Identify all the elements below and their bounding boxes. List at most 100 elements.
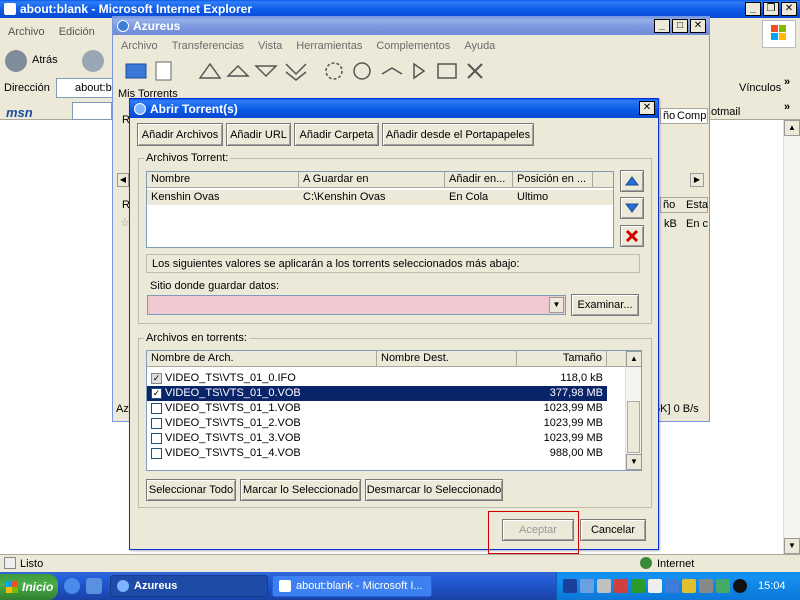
- azureus-title-bar: Azureus _ □ ✕: [113, 17, 709, 35]
- az-menu-ayuda[interactable]: Ayuda: [464, 40, 495, 52]
- table-row[interactable]: ✓ VIDEO_TS\VTS_01_0.IFO 118,0 kB: [147, 371, 641, 386]
- col-nombre-arch[interactable]: Nombre de Arch.: [147, 351, 377, 367]
- taskbar-azureus[interactable]: Azureus: [110, 575, 268, 597]
- tray-arrow-icon[interactable]: [563, 579, 577, 593]
- ie-quicklaunch-icon[interactable]: [64, 578, 80, 594]
- table-row-selected[interactable]: ✓ VIDEO_TS\VTS_01_0.VOB 377,98 MB: [147, 386, 607, 401]
- ie-address-input[interactable]: about:b: [56, 78, 116, 98]
- tray-azureus-icon[interactable]: [665, 579, 679, 593]
- ie-address-value: about:b: [75, 82, 112, 94]
- col-nombre[interactable]: Nombre: [147, 172, 299, 188]
- dialog-title: Abrir Torrent(s): [150, 101, 238, 116]
- unmark-selected-button[interactable]: Desmarcar lo Seleccionado: [365, 479, 503, 501]
- add-url-button[interactable]: Añadir URL: [226, 123, 291, 146]
- col-nombre-dest[interactable]: Nombre Dest.: [377, 351, 517, 367]
- az-menu-complementos[interactable]: Complementos: [376, 40, 450, 52]
- tray-monitor-icon[interactable]: [597, 579, 611, 593]
- tray-app-icon[interactable]: [716, 579, 730, 593]
- az-menu-transferencias[interactable]: Transferencias: [172, 40, 244, 52]
- ie-maximize-button[interactable]: ❐: [763, 2, 779, 16]
- file-checkbox[interactable]: [151, 448, 162, 459]
- add-folder-button[interactable]: Añadir Carpeta: [294, 123, 379, 146]
- az-scroll-right-icon[interactable]: ▶: [690, 173, 704, 187]
- col-a-guardar-en[interactable]: A Guardar en: [299, 172, 445, 188]
- table-row[interactable]: VIDEO_TS\VTS_01_1.VOB 1023,99 MB: [147, 401, 641, 416]
- ie-scroll-down-icon[interactable]: ▼: [784, 538, 800, 554]
- taskbar-ie[interactable]: about:blank - Microsoft I...: [272, 575, 432, 597]
- chevron-down-icon[interactable]: ▼: [549, 297, 564, 313]
- remove-torrent-button[interactable]: [620, 225, 644, 247]
- scroll-thumb[interactable]: [627, 401, 640, 453]
- start-label: Inicio: [22, 580, 54, 594]
- ie-chevron-icon[interactable]: »: [784, 76, 790, 88]
- files-scrollbar[interactable]: ▲ ▼: [625, 351, 641, 470]
- table-row[interactable]: Kenshin Ovas C:\Kenshin Ovas En Cola Ult…: [147, 190, 613, 205]
- ie-back-icon[interactable]: [5, 50, 27, 72]
- scroll-down-icon[interactable]: ▼: [626, 454, 641, 470]
- file-checkbox[interactable]: [151, 433, 162, 444]
- ie-window-title: about:blank - Microsoft Internet Explore…: [20, 2, 253, 16]
- scroll-up-icon[interactable]: ▲: [626, 351, 641, 367]
- file-checkbox[interactable]: ✓: [151, 373, 162, 384]
- ie-minimize-button[interactable]: _: [745, 2, 761, 16]
- info-text: Los siguientes valores se aplicarán a lo…: [152, 258, 520, 270]
- ie-back-label[interactable]: Atrás: [32, 54, 58, 66]
- save-location-combo[interactable]: ▼: [147, 295, 566, 315]
- taskbar-azureus-label: Azureus: [134, 580, 178, 592]
- table-row[interactable]: VIDEO_TS\VTS_01_3.VOB 1023,99 MB: [147, 431, 641, 446]
- tray-network-icon[interactable]: [580, 579, 594, 593]
- ie-forward-icon[interactable]: [82, 50, 104, 72]
- mark-selected-button[interactable]: Marcar lo Seleccionado: [240, 479, 361, 501]
- file-checkbox[interactable]: [151, 418, 162, 429]
- ie-close-button[interactable]: ✕: [781, 2, 797, 16]
- torrent-files-group-label: Archivos Torrent:: [144, 152, 231, 164]
- table-row[interactable]: VIDEO_TS\VTS_01_4.VOB 988,00 MB: [147, 446, 641, 461]
- az-menu-archivo[interactable]: Archivo: [121, 40, 158, 52]
- tray-volume-icon[interactable]: [699, 579, 713, 593]
- ie-menu-archivo[interactable]: Archivo: [8, 26, 45, 38]
- add-from-clipboard-button[interactable]: Añadir desde el Portapapeles: [382, 123, 534, 146]
- azureus-minimize-button[interactable]: _: [654, 19, 670, 33]
- file-dest: [377, 371, 517, 386]
- azureus-close-button[interactable]: ✕: [690, 19, 706, 33]
- torrent-table[interactable]: Nombre A Guardar en Añadir en... Posició…: [146, 171, 614, 248]
- az-peek-en: En c: [686, 218, 709, 230]
- tray-shield-icon[interactable]: [631, 579, 645, 593]
- files-table[interactable]: Nombre de Arch. Nombre Dest. Tamaño ✓ VI…: [146, 350, 642, 471]
- ie-scroll-up-icon[interactable]: ▲: [784, 120, 800, 136]
- az-menu-vista[interactable]: Vista: [258, 40, 282, 52]
- system-tray: 15:04: [556, 572, 800, 600]
- move-down-button[interactable]: [620, 197, 644, 219]
- file-checkbox[interactable]: ✓: [151, 388, 162, 399]
- az-scroll-left-icon[interactable]: ◀: [117, 173, 129, 187]
- dialog-close-button[interactable]: ✕: [639, 101, 655, 115]
- msn-logo: msn: [6, 105, 33, 120]
- tray-update-icon[interactable]: [648, 579, 662, 593]
- msn-search-input[interactable]: [72, 102, 112, 120]
- tray-media-icon[interactable]: [733, 579, 747, 593]
- ie-vertical-scrollbar[interactable]: ▲ ▼: [783, 120, 800, 554]
- ie-links-label[interactable]: Vínculos: [739, 82, 781, 94]
- quicklaunch-icon[interactable]: [86, 578, 102, 594]
- az-menu-herramientas[interactable]: Herramientas: [296, 40, 362, 52]
- file-checkbox[interactable]: [151, 403, 162, 414]
- col-tamano[interactable]: Tamaño: [517, 351, 607, 367]
- ie-chevron-icon-2[interactable]: »: [784, 101, 790, 113]
- file-size: 118,0 kB: [560, 372, 603, 384]
- col-posicion-en[interactable]: Posición en ...: [513, 172, 593, 188]
- col-anadir-en[interactable]: Añadir en...: [445, 172, 513, 188]
- browse-button[interactable]: Examinar...: [571, 294, 639, 316]
- page-icon: [4, 557, 16, 569]
- add-files-button[interactable]: Añadir Archivos: [137, 123, 223, 146]
- azureus-maximize-button[interactable]: □: [672, 19, 688, 33]
- accept-button[interactable]: Aceptar: [502, 519, 574, 541]
- start-button[interactable]: Inicio: [0, 574, 58, 600]
- move-up-button[interactable]: [620, 170, 644, 192]
- ie-menu-edicion[interactable]: Edición: [59, 26, 95, 38]
- tray-security-icon[interactable]: [614, 579, 628, 593]
- cancel-button[interactable]: Cancelar: [580, 519, 646, 541]
- tray-messenger-icon[interactable]: [682, 579, 696, 593]
- table-row[interactable]: VIDEO_TS\VTS_01_2.VOB 1023,99 MB: [147, 416, 641, 431]
- file-size: 988,00 MB: [549, 447, 603, 459]
- select-all-button[interactable]: Seleccionar Todo: [146, 479, 236, 501]
